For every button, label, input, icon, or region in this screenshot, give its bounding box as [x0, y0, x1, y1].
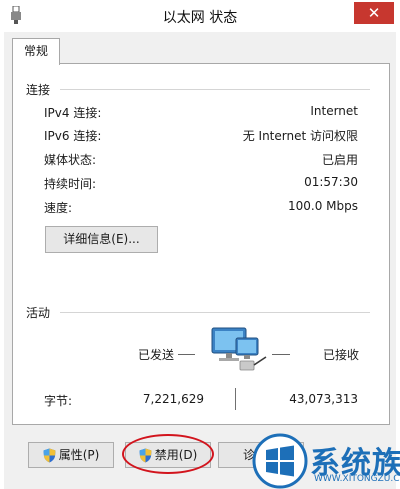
speed-label: 速度: — [44, 201, 73, 215]
properties-button[interactable]: 属性(P) — [28, 442, 114, 468]
connection-heading: 连接 — [26, 83, 51, 97]
window-frame-right — [396, 32, 400, 489]
properties-button-label: 属性(P) — [58, 448, 100, 462]
ipv4-value: Internet — [310, 104, 358, 118]
activity-heading: 活动 — [26, 306, 51, 320]
speed-value: 100.0 Mbps — [287, 199, 358, 213]
close-button[interactable]: ✕ — [354, 2, 394, 24]
highlight-ellipse — [122, 434, 214, 474]
network-computers-icon — [211, 327, 267, 371]
sent-label: 已发送 — [138, 348, 175, 362]
duration-value: 01:57:30 — [304, 175, 358, 189]
bytes-sent-value: 7,221,629 — [142, 392, 204, 406]
duration-label: 持续时间: — [44, 177, 97, 191]
activity-divider — [60, 312, 370, 313]
ipv6-label: IPv6 连接: — [44, 129, 102, 143]
window-frame-left — [0, 32, 4, 489]
uac-shield-icon — [43, 448, 56, 463]
connection-divider — [60, 89, 370, 90]
watermark: 系统族 WWW.XITONGZU.COM — [252, 432, 400, 489]
details-button[interactable]: 详细信息(E)... — [45, 226, 158, 253]
received-label: 已接收 — [323, 348, 360, 362]
media-state-value: 已启用 — [321, 153, 358, 167]
received-dash — [272, 354, 290, 355]
window-title: 以太网 状态 — [162, 10, 238, 26]
media-state-label: 媒体状态: — [44, 153, 97, 167]
sent-dash — [178, 354, 195, 355]
bytes-received-value: 43,073,313 — [289, 392, 358, 406]
bytes-separator — [235, 388, 236, 410]
watermark-url: WWW.XITONGZU.COM — [314, 474, 400, 484]
windows-logo-icon — [252, 433, 308, 489]
ipv6-value: 无 Internet 访问权限 — [242, 129, 358, 143]
tab-general[interactable]: 常规 — [12, 38, 60, 65]
title-bar: 以太网 状态 ✕ — [0, 0, 400, 32]
bytes-label: 字节: — [44, 394, 73, 408]
ipv4-label: IPv4 连接: — [44, 106, 102, 120]
